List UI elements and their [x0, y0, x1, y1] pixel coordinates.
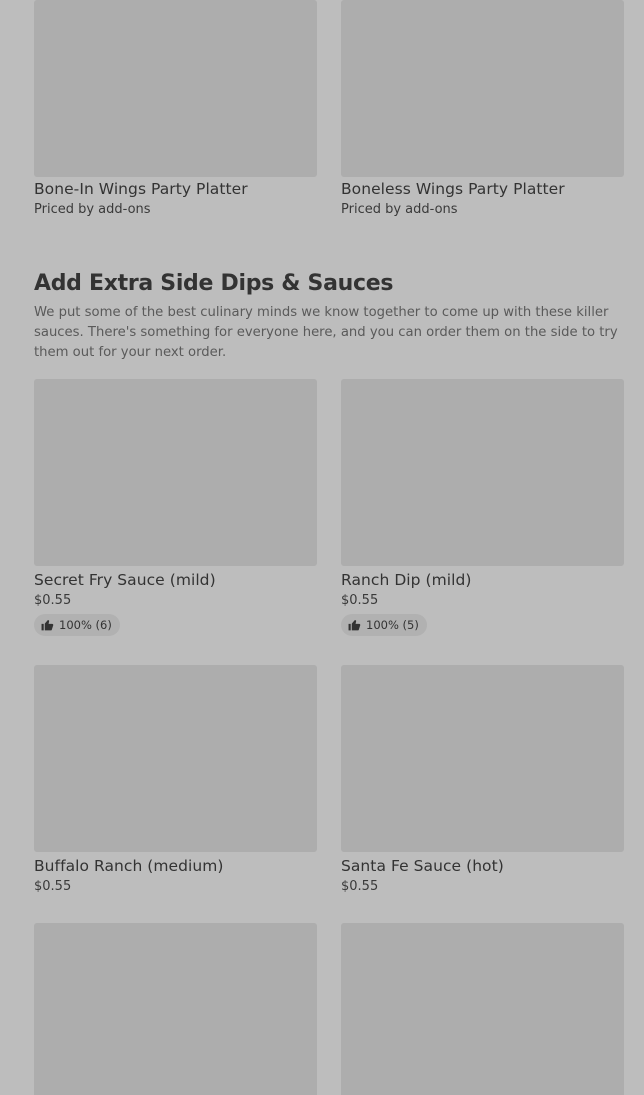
menu-item-price: $0.55	[34, 879, 72, 894]
store-menu-page: Bone-In Wings Party Platter Priced by ad…	[0, 0, 644, 1095]
menu-item-image[interactable]	[341, 0, 624, 177]
menu-item-image[interactable]	[34, 665, 317, 852]
menu-item-price: Priced by add-ons	[34, 202, 151, 217]
menu-item-card[interactable]: Secret Fry Sauce (mild) $0.55 100% (6)	[34, 379, 317, 636]
menu-item-name: Boneless Wings Party Platter	[341, 180, 565, 198]
menu-item-image[interactable]	[34, 379, 317, 566]
thumbs-up-icon	[348, 619, 361, 631]
menu-item-name: Santa Fe Sauce (hot)	[341, 857, 504, 875]
menu-item-image[interactable]	[34, 923, 317, 1095]
menu-item-image[interactable]	[341, 923, 624, 1095]
rating-badge: 100% (5)	[341, 614, 427, 636]
menu-item-card[interactable]: Boneless Wings Party Platter Priced by a…	[341, 0, 624, 218]
menu-item-image[interactable]	[34, 0, 317, 177]
rating-badge: 100% (6)	[34, 614, 120, 636]
menu-item-name: Bone-In Wings Party Platter	[34, 180, 248, 198]
menu-item-card[interactable]: Bone-In Wings Party Platter Priced by ad…	[34, 0, 317, 218]
menu-item-name: Buffalo Ranch (medium)	[34, 857, 224, 875]
menu-item-card[interactable]: Ranch Dip (mild) $0.55 100% (5)	[341, 379, 624, 636]
menu-item-card[interactable]	[341, 923, 624, 1095]
section-title: Add Extra Side Dips & Sauces	[34, 271, 394, 296]
menu-item-image[interactable]	[341, 379, 624, 566]
menu-item-card[interactable]: Santa Fe Sauce (hot) $0.55	[341, 665, 624, 895]
menu-item-image[interactable]	[341, 665, 624, 852]
menu-item-price: $0.55	[341, 593, 379, 608]
menu-item-card[interactable]	[34, 923, 317, 1095]
rating-text: 100% (5)	[366, 618, 419, 632]
menu-item-price: Priced by add-ons	[341, 202, 458, 217]
menu-item-price: $0.55	[341, 879, 379, 894]
menu-item-price: $0.55	[34, 593, 72, 608]
rating-text: 100% (6)	[59, 618, 112, 632]
menu-item-name: Ranch Dip (mild)	[341, 571, 472, 589]
thumbs-up-icon	[41, 619, 54, 631]
section-description: We put some of the best culinary minds w…	[34, 305, 618, 360]
menu-item-card[interactable]: Buffalo Ranch (medium) $0.55	[34, 665, 317, 895]
menu-item-name: Secret Fry Sauce (mild)	[34, 571, 216, 589]
